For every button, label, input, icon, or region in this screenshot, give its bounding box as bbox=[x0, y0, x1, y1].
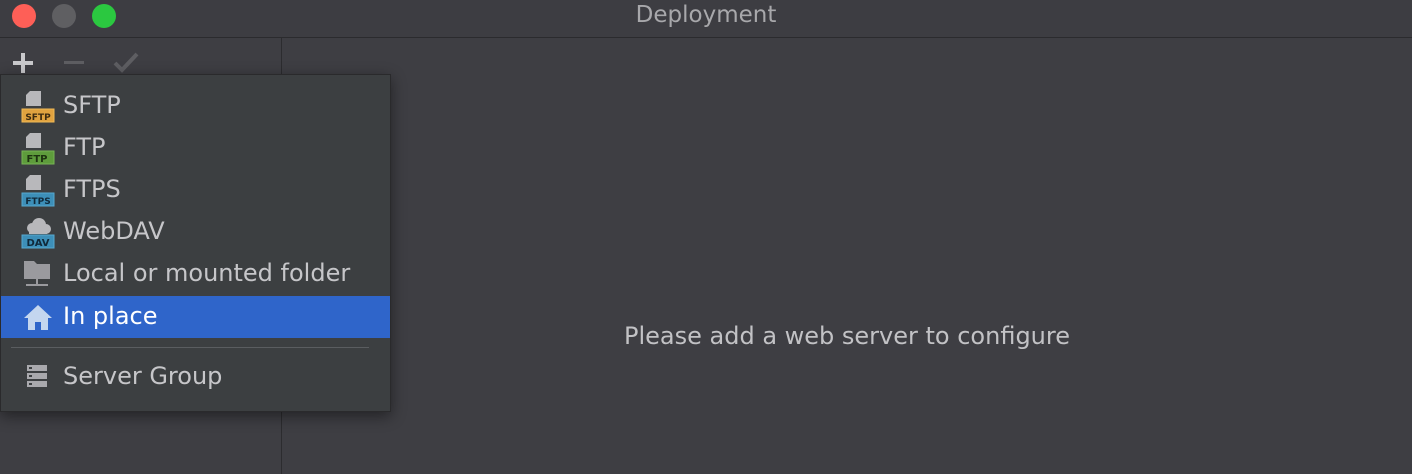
svg-text:DAV: DAV bbox=[26, 238, 49, 249]
set-default-button[interactable] bbox=[112, 50, 139, 76]
plus-icon bbox=[13, 53, 33, 73]
remove-server-button[interactable] bbox=[61, 50, 87, 76]
menu-item-ftps[interactable]: FTPS FTPS bbox=[1, 169, 390, 211]
menu-item-in-place[interactable]: In place bbox=[1, 296, 390, 338]
configuration-pane bbox=[282, 38, 1412, 474]
svg-text:SFTP: SFTP bbox=[25, 113, 51, 123]
webdav-icon: DAV bbox=[21, 218, 55, 249]
home-icon bbox=[24, 305, 52, 330]
svg-text:FTP: FTP bbox=[27, 154, 48, 165]
menu-item-label: In place bbox=[63, 302, 158, 330]
folder-icon bbox=[24, 261, 50, 286]
menu-item-webdav[interactable]: DAV WebDAV bbox=[1, 211, 390, 253]
menu-item-ftp[interactable]: FTP FTP bbox=[1, 127, 390, 169]
menu-item-label: FTP bbox=[63, 133, 106, 161]
sftp-icon: SFTP bbox=[21, 91, 55, 123]
add-server-popup: SFTP SFTP FTP FTP FTPS FTPS DAV WebDAV L… bbox=[0, 74, 391, 412]
minus-icon bbox=[64, 61, 84, 64]
menu-item-label: WebDAV bbox=[63, 217, 165, 245]
check-icon bbox=[113, 52, 139, 73]
ftps-icon: FTPS bbox=[21, 175, 55, 207]
menu-item-server-group[interactable]: Server Group bbox=[1, 356, 390, 398]
svg-text:FTPS: FTPS bbox=[25, 197, 50, 207]
add-server-button[interactable] bbox=[10, 50, 36, 76]
menu-item-sftp[interactable]: SFTP SFTP bbox=[1, 85, 390, 127]
empty-state-message: Please add a web server to configure bbox=[624, 322, 1070, 350]
menu-item-label: Server Group bbox=[63, 362, 223, 390]
menu-separator bbox=[11, 347, 369, 348]
menu-item-label: Local or mounted folder bbox=[63, 259, 351, 287]
menu-item-label: SFTP bbox=[63, 91, 121, 119]
menu-item-label: FTPS bbox=[63, 175, 121, 203]
ftp-icon: FTP bbox=[21, 133, 55, 165]
menu-item-local-folder[interactable]: Local or mounted folder bbox=[1, 253, 390, 295]
window-title: Deployment bbox=[635, 2, 777, 28]
title-bar: Deployment bbox=[0, 0, 1412, 38]
server-group-icon bbox=[27, 365, 47, 387]
